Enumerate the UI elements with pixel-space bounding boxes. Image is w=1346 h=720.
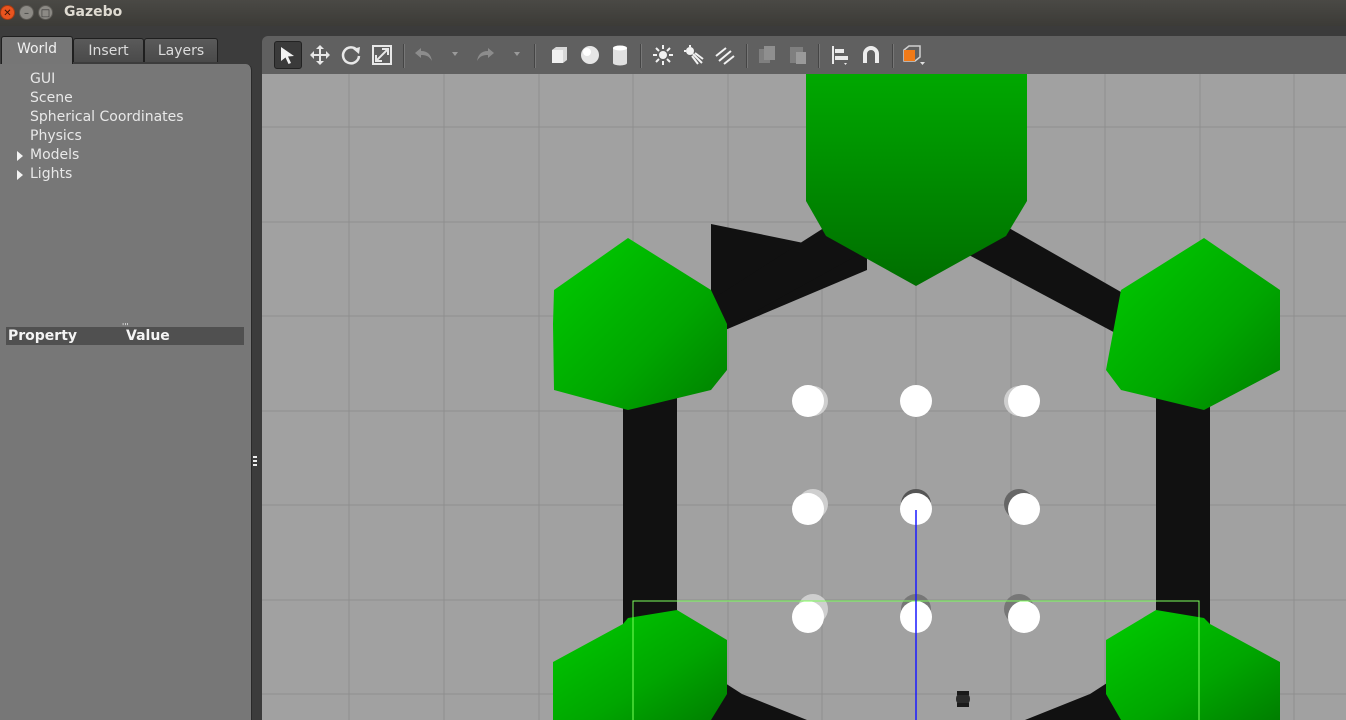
window-close-button[interactable]: ✕	[0, 5, 15, 20]
maximize-icon: □	[40, 8, 51, 19]
tree-item-models[interactable]: Models	[0, 146, 251, 165]
world-tree: GUI Scene Spherical Coordinates Physics …	[0, 70, 251, 184]
toolbar-separator	[818, 44, 820, 68]
wall-bar[interactable]	[1156, 394, 1210, 634]
undo-icon	[415, 48, 432, 61]
toolbar-separator	[403, 44, 405, 68]
tab-world[interactable]: World	[1, 36, 73, 64]
spot-light-icon	[684, 45, 704, 65]
pillar[interactable]	[1008, 385, 1040, 417]
snap-button[interactable]	[857, 41, 885, 69]
world-panel: GUI Scene Spherical Coordinates Physics …	[0, 64, 252, 720]
panel-collapse-handle[interactable]	[253, 456, 257, 468]
window-minimize-button[interactable]: –	[19, 5, 34, 20]
redo-history-dropdown-icon[interactable]	[514, 52, 520, 56]
title-bar: ✕ – □ Gazebo	[0, 0, 1346, 26]
tree-item-physics[interactable]: Physics	[0, 127, 251, 146]
copy-button[interactable]	[753, 41, 781, 69]
box-shape-button[interactable]	[545, 41, 573, 69]
view-angle-button[interactable]	[899, 41, 927, 69]
scene-canvas[interactable]	[262, 74, 1346, 720]
expand-arrow-icon[interactable]	[17, 170, 23, 180]
tree-item-gui[interactable]: GUI	[0, 70, 251, 89]
translate-mode-button[interactable]	[306, 41, 334, 69]
paste-icon	[790, 47, 806, 64]
rotate-mode-button[interactable]	[337, 41, 365, 69]
property-table-header: Property Value	[6, 327, 244, 345]
point-light-icon	[653, 45, 673, 65]
select-mode-button[interactable]	[274, 41, 302, 69]
window-title: Gazebo	[64, 4, 123, 20]
scene-viewport[interactable]	[262, 74, 1346, 720]
paste-button[interactable]	[784, 41, 812, 69]
hexagon-marker[interactable]	[1106, 238, 1280, 410]
copy-icon	[759, 46, 775, 63]
tab-layers[interactable]: Layers	[144, 38, 218, 62]
hexagon-marker[interactable]	[1106, 610, 1280, 720]
align-button[interactable]	[826, 41, 854, 69]
align-icon	[832, 46, 848, 65]
window-maximize-button[interactable]: □	[38, 5, 53, 20]
point-light-button[interactable]	[649, 41, 677, 69]
tree-item-scene[interactable]: Scene	[0, 89, 251, 108]
sphere-shape-button[interactable]	[576, 41, 604, 69]
view-angle-icon	[903, 45, 925, 65]
pillar[interactable]	[900, 385, 932, 417]
tab-insert[interactable]: Insert	[73, 38, 144, 62]
close-icon: ✕	[3, 8, 12, 19]
pillar[interactable]	[792, 601, 824, 633]
property-column-header[interactable]: Property	[8, 327, 77, 345]
undo-history-dropdown-icon[interactable]	[452, 52, 458, 56]
value-column-header[interactable]: Value	[126, 327, 170, 345]
hexagon-marker[interactable]	[553, 610, 727, 720]
pillar[interactable]	[1008, 493, 1040, 525]
toolbar-separator	[892, 44, 894, 68]
spot-light-button[interactable]	[680, 41, 708, 69]
pillar[interactable]	[1008, 601, 1040, 633]
directional-light-button[interactable]	[711, 41, 739, 69]
pillar[interactable]	[792, 493, 824, 525]
scale-mode-button[interactable]	[368, 41, 396, 69]
wall-bar[interactable]	[623, 394, 677, 634]
select-mode-icon	[281, 47, 294, 64]
sphere-shape-icon	[581, 46, 599, 64]
pillar[interactable]	[792, 385, 824, 417]
left-panel: World Insert Layers GUI Scene Spherical …	[0, 26, 260, 720]
toolbar-separator	[640, 44, 642, 68]
tree-item-spherical-coordinates[interactable]: Spherical Coordinates	[0, 108, 251, 127]
toolbar-separator	[534, 44, 536, 68]
toolbar-separator	[746, 44, 748, 68]
scale-mode-icon	[372, 45, 392, 65]
tree-item-lights[interactable]: Lights	[0, 165, 251, 184]
redo-icon	[477, 48, 494, 61]
snap-icon	[863, 46, 879, 63]
rotate-mode-icon	[341, 46, 361, 65]
toolbar	[262, 36, 1346, 74]
hexagon-marker[interactable]	[553, 238, 727, 410]
minimize-icon: –	[24, 8, 29, 19]
cylinder-shape-button[interactable]	[606, 41, 634, 69]
expand-arrow-icon[interactable]	[17, 151, 23, 161]
undo-button[interactable]	[410, 41, 438, 69]
directional-light-icon	[715, 47, 735, 65]
box-shape-icon	[552, 47, 567, 63]
redo-button[interactable]	[471, 41, 499, 69]
translate-mode-icon	[310, 45, 330, 65]
robot-model[interactable]	[956, 691, 970, 707]
cylinder-shape-icon	[613, 45, 627, 66]
